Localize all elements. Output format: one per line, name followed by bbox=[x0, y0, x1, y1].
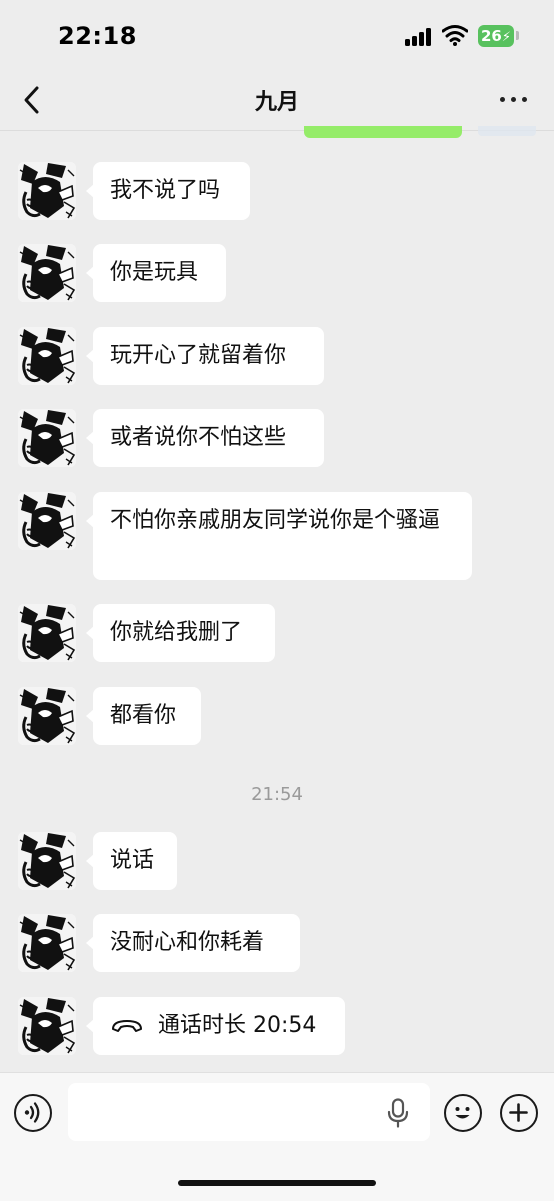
call-record-bubble[interactable]: 通话时长 20:54 bbox=[86, 997, 345, 1055]
message-row: 你是玩具 bbox=[0, 244, 554, 302]
voice-icon bbox=[24, 1102, 40, 1123]
avatar[interactable] bbox=[18, 687, 76, 745]
input-bar bbox=[0, 1072, 554, 1201]
avatar[interactable] bbox=[18, 327, 76, 385]
home-indicator bbox=[178, 1180, 376, 1186]
status-bar: 22:18 26⚡ bbox=[0, 0, 554, 72]
message-text: 说话 bbox=[110, 848, 155, 873]
signal-icon bbox=[405, 28, 435, 46]
message-bubble[interactable]: 你就给我删了 bbox=[86, 604, 275, 662]
message-bubble[interactable]: 玩开心了就留着你 bbox=[86, 327, 324, 385]
message-row: 玩开心了就留着你 bbox=[0, 327, 554, 385]
previous-message-edge bbox=[478, 126, 536, 136]
phone-hangup-icon bbox=[112, 1020, 142, 1032]
wifi-icon bbox=[442, 25, 468, 46]
message-row: 你就给我删了 bbox=[0, 604, 554, 662]
battery-icon: 26⚡ bbox=[478, 25, 514, 47]
avatar[interactable] bbox=[18, 162, 76, 220]
message-row: 通话时长 20:54 bbox=[0, 997, 554, 1055]
avatar[interactable] bbox=[18, 914, 76, 972]
message-text: 或者说你不怕这些 bbox=[110, 425, 287, 450]
message-row: 不怕你亲戚朋友同学说你是个骚逼 bbox=[0, 492, 554, 580]
message-text: 都看你 bbox=[110, 703, 177, 728]
chat-header: 九月 bbox=[0, 72, 554, 131]
message-bubble[interactable]: 或者说你不怕这些 bbox=[86, 409, 324, 467]
message-text: 你就给我删了 bbox=[110, 620, 243, 645]
battery-tip bbox=[516, 31, 519, 40]
message-text: 通话时长 20:54 bbox=[158, 1013, 317, 1038]
avatar[interactable] bbox=[18, 832, 76, 890]
message-bubble[interactable]: 不怕你亲戚朋友同学说你是个骚逼 bbox=[86, 492, 472, 580]
message-timestamp: 21:54 bbox=[251, 784, 303, 805]
avatar[interactable] bbox=[18, 244, 76, 302]
ellipsis-icon bbox=[500, 97, 505, 102]
voice-mode-button[interactable] bbox=[14, 1094, 52, 1132]
message-text: 玩开心了就留着你 bbox=[110, 343, 287, 368]
message-text: 不怕你亲戚朋友同学说你是个骚逼 bbox=[110, 508, 441, 533]
message-row: 或者说你不怕这些 bbox=[0, 409, 554, 467]
message-bubble[interactable]: 你是玩具 bbox=[86, 244, 226, 302]
message-row: 都看你 bbox=[0, 687, 554, 745]
avatar[interactable] bbox=[18, 492, 76, 550]
message-text: 没耐心和你耗着 bbox=[110, 930, 265, 955]
message-bubble[interactable]: 没耐心和你耗着 bbox=[86, 914, 300, 972]
message-bubble[interactable]: 我不说了吗 bbox=[86, 162, 250, 220]
microphone-icon[interactable] bbox=[387, 1098, 409, 1128]
message-row: 说话 bbox=[0, 832, 554, 890]
avatar[interactable] bbox=[18, 604, 76, 662]
message-bubble[interactable]: 说话 bbox=[86, 832, 177, 890]
message-text: 我不说了吗 bbox=[110, 178, 221, 203]
message-text: 你是玩具 bbox=[110, 260, 199, 285]
message-row: 我不说了吗 bbox=[0, 162, 554, 220]
message-row: 没耐心和你耗着 bbox=[0, 914, 554, 972]
chat-title: 九月 bbox=[254, 90, 299, 115]
previous-message-edge bbox=[304, 126, 462, 138]
more-options-button[interactable] bbox=[496, 86, 532, 114]
battery-level: 26 bbox=[480, 27, 502, 45]
message-bubble[interactable]: 都看你 bbox=[86, 687, 201, 745]
emoji-button[interactable] bbox=[444, 1094, 482, 1132]
avatar[interactable] bbox=[18, 409, 76, 467]
message-input[interactable] bbox=[68, 1083, 430, 1141]
emoji-icon bbox=[455, 1107, 470, 1119]
more-functions-button[interactable] bbox=[500, 1094, 538, 1132]
charging-icon: ⚡ bbox=[501, 30, 511, 45]
avatar[interactable] bbox=[18, 997, 76, 1055]
plus-icon bbox=[509, 1103, 528, 1122]
status-time: 22:18 bbox=[58, 22, 137, 50]
